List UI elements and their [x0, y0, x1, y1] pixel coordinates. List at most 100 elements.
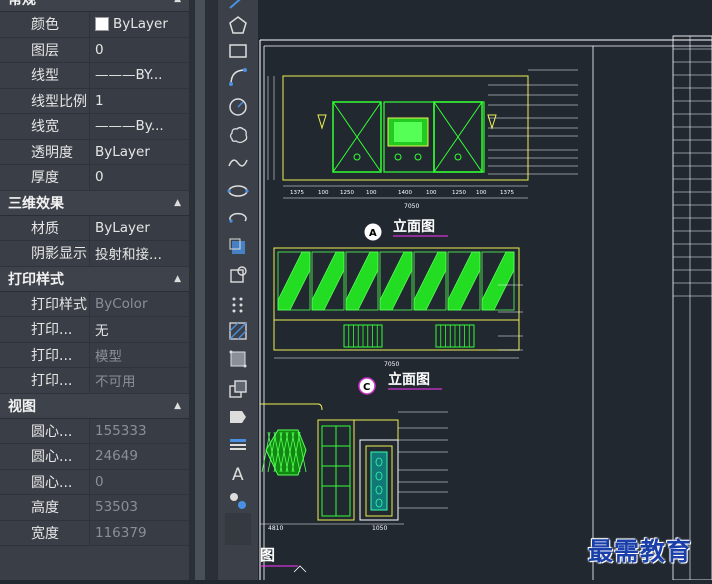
- property-value[interactable]: 116379: [90, 520, 189, 545]
- property-value-text: 155333: [95, 422, 147, 439]
- property-value[interactable]: 0: [90, 37, 189, 62]
- property-value[interactable]: ByLayer: [90, 215, 189, 240]
- section-header[interactable]: 三维效果 ▲: [0, 190, 189, 216]
- wipeout-icon[interactable]: [225, 406, 251, 428]
- property-row[interactable]: 打印... 模型: [0, 342, 189, 368]
- property-value[interactable]: 不可用: [90, 368, 189, 393]
- collapse-arrow-icon[interactable]: ▲: [174, 274, 181, 284]
- draw-toolbar: A: [217, 0, 259, 580]
- spline-icon[interactable]: [225, 152, 251, 174]
- polygon-icon[interactable]: [225, 14, 251, 36]
- property-row[interactable]: 阴影显示 投射和接...: [0, 241, 189, 267]
- property-row[interactable]: 颜色 ByLayer: [0, 12, 189, 38]
- collapse-arrow-icon[interactable]: ▲: [174, 401, 181, 411]
- property-row[interactable]: 线宽 ———By...: [0, 114, 189, 140]
- property-value-text: ByColor: [95, 295, 148, 312]
- ellipse-icon[interactable]: [225, 180, 251, 202]
- property-label: 图层: [0, 37, 90, 62]
- property-value[interactable]: ———BY...: [90, 63, 189, 88]
- property-value[interactable]: ByLayer: [90, 139, 189, 164]
- collapse-arrow-icon[interactable]: ▲: [174, 198, 181, 208]
- collapse-arrow-icon[interactable]: ▲: [174, 0, 181, 4]
- properties-panel: 常规 ▲ 颜色 ByLayer 图层 0 线型 ———BY... 线型比例 1 线宽 ———By...…: [0, 0, 189, 580]
- section-title: 三维效果: [8, 195, 64, 212]
- property-value[interactable]: 53503: [90, 495, 189, 520]
- line-tool-icon[interactable]: [225, 0, 251, 12]
- region-icon[interactable]: [225, 378, 251, 400]
- point-icon[interactable]: [225, 294, 251, 316]
- hatch-icon[interactable]: [225, 320, 251, 342]
- property-row[interactable]: 线型比例 1: [0, 88, 189, 114]
- panel-splitter[interactable]: [189, 0, 217, 580]
- property-label: 阴影显示: [0, 241, 90, 266]
- property-value-text: 模型: [95, 348, 122, 365]
- section-header[interactable]: 打印样式 ▲: [0, 266, 189, 292]
- make-block-icon[interactable]: [225, 264, 251, 286]
- property-row[interactable]: 圆心... 155333: [0, 418, 189, 444]
- table-icon[interactable]: [225, 434, 251, 456]
- property-row[interactable]: 圆心... 0: [0, 469, 189, 495]
- multiline-text-icon[interactable]: A: [225, 462, 251, 484]
- revision-cloud-icon[interactable]: [225, 124, 251, 146]
- property-label: 材质: [0, 215, 90, 240]
- property-row[interactable]: 透明度 ByLayer: [0, 139, 189, 165]
- gradient-icon[interactable]: [225, 348, 251, 370]
- property-value[interactable]: ByColor: [90, 291, 189, 316]
- property-value[interactable]: ———By...: [90, 114, 189, 139]
- property-value[interactable]: 1: [90, 88, 189, 113]
- elevation-c: [273, 247, 523, 359]
- property-value[interactable]: 0: [90, 469, 189, 494]
- property-row[interactable]: 打印... 不可用: [0, 368, 189, 394]
- property-row[interactable]: 线型 ———BY...: [0, 63, 189, 89]
- property-value-text: 0: [95, 41, 104, 58]
- property-value[interactable]: 0: [90, 165, 189, 190]
- property-row[interactable]: 厚度 0: [0, 165, 189, 191]
- property-value-text: 116379: [95, 524, 147, 541]
- property-label: 打印...: [0, 317, 90, 342]
- property-row[interactable]: 高度 53503: [0, 495, 189, 521]
- circle-icon[interactable]: [225, 96, 251, 118]
- property-value-text: ByLayer: [95, 143, 150, 160]
- property-label: 线型比例: [0, 88, 90, 113]
- section-header[interactable]: 视图 ▲: [0, 393, 189, 419]
- section-title: 视图: [8, 398, 36, 415]
- property-value[interactable]: 155333: [90, 418, 189, 443]
- property-label: 线型: [0, 63, 90, 88]
- section-title: 打印样式: [8, 271, 64, 288]
- elevation-c-tag: C: [363, 382, 370, 393]
- bottom-partial-title: 图: [260, 546, 275, 564]
- section-header[interactable]: 常规 ▲: [0, 0, 189, 12]
- property-row[interactable]: 打印样式 ByColor: [0, 291, 189, 317]
- toolbar-blank-slot: [225, 513, 251, 545]
- property-value-text: 无: [95, 323, 109, 340]
- total-dim-a: 7050: [404, 203, 419, 210]
- property-value[interactable]: 无: [90, 317, 189, 342]
- add-selected-icon[interactable]: [225, 490, 251, 512]
- property-row[interactable]: 宽度 116379: [0, 520, 189, 546]
- elevation-c-title: 立面图: [388, 371, 430, 388]
- ellipse-arc-icon[interactable]: [225, 208, 251, 230]
- property-label: 圆心...: [0, 418, 90, 443]
- property-row[interactable]: 图层 0: [0, 37, 189, 63]
- property-row[interactable]: 打印... 无: [0, 317, 189, 343]
- rectangle-icon[interactable]: [225, 40, 251, 62]
- arc-icon[interactable]: [225, 66, 251, 88]
- property-value[interactable]: ByLayer: [90, 12, 189, 37]
- property-value-text: 1: [95, 92, 104, 109]
- insert-block-icon[interactable]: [225, 236, 251, 258]
- property-value[interactable]: 投射和接...: [90, 241, 189, 266]
- property-label: 圆心...: [0, 469, 90, 494]
- property-row[interactable]: 圆心... 24649: [0, 444, 189, 470]
- property-value-text: 53503: [95, 499, 138, 516]
- property-row[interactable]: 材质 ByLayer: [0, 215, 189, 241]
- property-value[interactable]: 模型: [90, 342, 189, 367]
- property-label: 宽度: [0, 520, 90, 545]
- dimension-label: 100: [426, 190, 437, 196]
- elevation-a-tag: A: [369, 228, 377, 239]
- drawing-canvas[interactable]: 1375 100 1250 100 1400 100 1250 100 1375 7050 A …: [258, 0, 712, 581]
- property-label: 高度: [0, 495, 90, 520]
- property-label: 打印...: [0, 342, 90, 367]
- scrollbar[interactable]: [195, 0, 205, 580]
- property-value[interactable]: 24649: [90, 444, 189, 469]
- dimension-label: 1375: [500, 190, 514, 196]
